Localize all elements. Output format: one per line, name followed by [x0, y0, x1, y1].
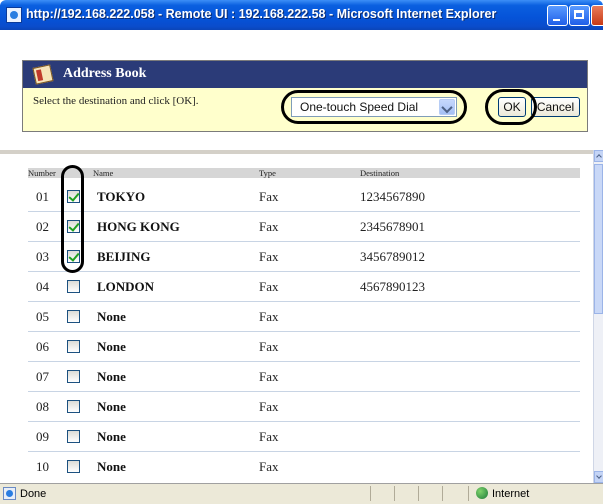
- table-row[interactable]: 07 None Fax: [28, 362, 580, 392]
- page-done-icon: [3, 487, 16, 500]
- minimize-button[interactable]: [547, 5, 568, 26]
- highlight-ring-dropdown: [281, 90, 467, 124]
- cancel-button[interactable]: Cancel: [531, 97, 580, 117]
- table-row[interactable]: 09 None Fax: [28, 422, 580, 452]
- table-header: Number Name Type Destination: [28, 168, 580, 178]
- address-book-title: Address Book: [63, 66, 147, 81]
- row-checkbox[interactable]: [67, 370, 80, 383]
- row-name: None: [97, 429, 126, 444]
- row-name: BEIJING: [97, 249, 151, 264]
- row-number: 10: [36, 459, 49, 474]
- header-type: Type: [259, 168, 276, 178]
- row-name: LONDON: [97, 279, 155, 294]
- close-button[interactable]: [591, 5, 603, 26]
- row-name: HONG KONG: [97, 219, 180, 234]
- scroll-thumb[interactable]: [594, 164, 603, 314]
- row-name: None: [97, 459, 126, 474]
- status-separator: [394, 486, 395, 501]
- row-checkbox[interactable]: [67, 340, 80, 353]
- security-zone-text: Internet: [492, 488, 530, 500]
- row-checkbox[interactable]: [67, 400, 80, 413]
- row-number: 04: [36, 279, 49, 294]
- table-row[interactable]: 08 None Fax: [28, 392, 580, 422]
- status-separator: [442, 486, 443, 501]
- table-row[interactable]: 04 LONDON Fax 4567890123: [28, 272, 580, 302]
- address-book-header: Address Book: [23, 61, 587, 88]
- status-separator: [418, 486, 419, 501]
- highlight-ring-ok: [485, 89, 537, 125]
- table-row[interactable]: 02 HONG KONG Fax 2345678901: [28, 212, 580, 242]
- row-name: None: [97, 309, 126, 324]
- row-type: Fax: [259, 369, 279, 384]
- maximize-button[interactable]: [569, 5, 590, 26]
- row-number: 06: [36, 339, 49, 354]
- row-number: 02: [36, 219, 49, 234]
- table-row[interactable]: 05 None Fax: [28, 302, 580, 332]
- internet-zone-icon: [476, 487, 488, 499]
- window-title: http://192.168.222.058 - Remote UI : 192…: [26, 7, 497, 21]
- vertical-scrollbar[interactable]: [593, 150, 603, 483]
- status-text: Done: [20, 488, 47, 500]
- highlight-ring-checkboxes: [61, 165, 84, 273]
- row-number: 07: [36, 369, 49, 384]
- instruction-text: Select the destination and click [OK].: [33, 95, 199, 107]
- address-book-icon: [32, 64, 54, 85]
- row-destination: 2345678901: [360, 219, 425, 234]
- scroll-down-arrow-icon[interactable]: [594, 471, 603, 483]
- title-bar[interactable]: http://192.168.222.058 - Remote UI : 192…: [0, 0, 603, 30]
- row-type: Fax: [259, 189, 279, 204]
- row-number: 03: [36, 249, 49, 264]
- table-row[interactable]: 06 None Fax: [28, 332, 580, 362]
- address-book-panel: Address Book Select the destination and …: [22, 60, 588, 132]
- table-row[interactable]: 10 None Fax: [28, 452, 580, 480]
- row-name: None: [97, 369, 126, 384]
- ie-page-icon: [6, 7, 22, 23]
- destination-table: Number Name Type Destination 01 TOKYO Fa…: [0, 155, 593, 480]
- status-bar: Done Internet: [0, 483, 603, 504]
- ie-window: http://192.168.222.058 - Remote UI : 192…: [0, 0, 603, 504]
- table-row[interactable]: 01 TOKYO Fax 1234567890: [28, 182, 580, 212]
- row-checkbox[interactable]: [67, 430, 80, 443]
- header-destination: Destination: [360, 168, 400, 178]
- row-type: Fax: [259, 429, 279, 444]
- row-type: Fax: [259, 279, 279, 294]
- status-separator: [468, 486, 469, 501]
- row-type: Fax: [259, 309, 279, 324]
- row-destination: 4567890123: [360, 279, 425, 294]
- row-destination: 3456789012: [360, 249, 425, 264]
- row-number: 09: [36, 429, 49, 444]
- row-name: TOKYO: [97, 189, 146, 204]
- row-type: Fax: [259, 219, 279, 234]
- scroll-up-arrow-icon[interactable]: [594, 150, 603, 162]
- row-number: 01: [36, 189, 49, 204]
- row-number: 08: [36, 399, 49, 414]
- row-checkbox[interactable]: [67, 280, 80, 293]
- row-name: None: [97, 399, 126, 414]
- row-checkbox[interactable]: [67, 460, 80, 473]
- header-name: Name: [93, 168, 114, 178]
- row-number: 05: [36, 309, 49, 324]
- row-destination: 1234567890: [360, 189, 425, 204]
- address-book-controls: Select the destination and click [OK]. O…: [23, 88, 587, 131]
- row-name: None: [97, 339, 126, 354]
- row-type: Fax: [259, 339, 279, 354]
- row-type: Fax: [259, 399, 279, 414]
- status-separator: [370, 486, 371, 501]
- row-type: Fax: [259, 249, 279, 264]
- row-checkbox[interactable]: [67, 310, 80, 323]
- header-number: Number: [28, 168, 56, 178]
- row-type: Fax: [259, 459, 279, 474]
- table-row[interactable]: 03 BEIJING Fax 3456789012: [28, 242, 580, 272]
- content-divider: [0, 150, 593, 154]
